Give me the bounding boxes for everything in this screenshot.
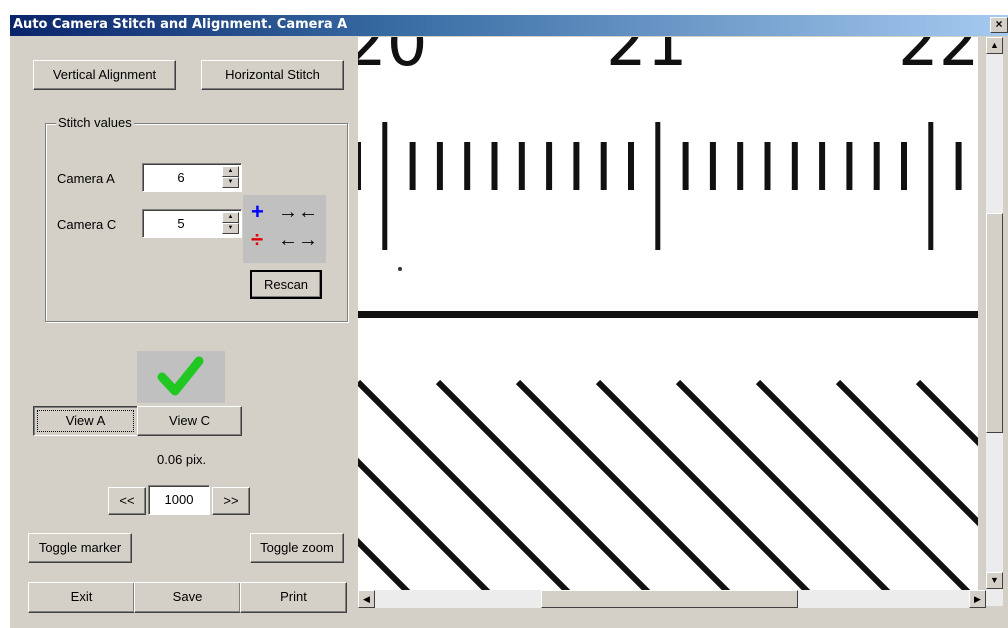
ruler-tick xyxy=(819,142,826,190)
checkmark-icon xyxy=(157,356,204,396)
ruler-tick xyxy=(791,142,798,190)
scroll-right-arrow-icon[interactable]: ▶ xyxy=(969,590,986,608)
ruler-tick xyxy=(382,122,388,250)
divide-icon: ÷ xyxy=(251,227,264,252)
ruler-tick xyxy=(546,142,553,190)
title-bar[interactable]: Auto Camera Stitch and Alignment. Camera… xyxy=(10,15,1008,36)
toggle-zoom-button[interactable]: Toggle zoom xyxy=(250,533,344,563)
ruler-tick xyxy=(955,142,962,190)
plus-icon: + xyxy=(251,199,264,224)
exit-label: Exit xyxy=(70,589,93,604)
stitch-values-label: Stitch values xyxy=(56,115,134,130)
ruler-tick xyxy=(655,122,661,250)
save-label: Save xyxy=(172,589,203,604)
ruler-tick xyxy=(358,142,361,190)
camera-c-value[interactable]: 5 xyxy=(143,216,219,231)
ruler-tick xyxy=(628,142,634,190)
scale-number-22: 22 xyxy=(898,37,978,81)
ruler-image: 20 21 22 xyxy=(358,37,978,598)
scale-number-21: 21 xyxy=(606,37,687,81)
offset-readout: 0.06 pix. xyxy=(157,452,207,467)
horizontal-scrollbar[interactable]: ◀ ▶ xyxy=(358,590,986,608)
ruler-tick xyxy=(901,142,907,190)
ruler-tick xyxy=(464,142,471,190)
camera-c-down-arrow-icon[interactable]: ▼ xyxy=(222,223,239,234)
scale-number-20: 20 xyxy=(358,37,427,81)
toggle-zoom-label: Toggle zoom xyxy=(260,540,334,555)
status-indicator xyxy=(137,351,225,403)
scroll-down-arrow-icon[interactable]: ▼ xyxy=(986,572,1003,589)
camera-a-value[interactable]: 6 xyxy=(143,170,219,185)
frame-number-field[interactable]: 1000 xyxy=(148,485,210,515)
scroll-up-arrow-icon[interactable]: ▲ xyxy=(986,37,1003,54)
image-speck xyxy=(398,267,402,271)
converge-arrows-icon: →← xyxy=(278,201,318,223)
camera-c-stepper[interactable]: 5 ▲ ▼ xyxy=(142,209,242,238)
view-c-button[interactable]: View C xyxy=(137,406,242,436)
ruler-tick xyxy=(764,142,771,190)
vertical-alignment-button[interactable]: Vertical Alignment xyxy=(33,60,176,90)
view-a-button[interactable]: View A xyxy=(33,406,138,436)
ruler-tick xyxy=(436,142,443,190)
ruler-tick xyxy=(491,142,498,190)
camera-c-up-arrow-icon[interactable]: ▲ xyxy=(222,212,239,223)
ruler-tick xyxy=(709,142,716,190)
toggle-marker-button[interactable]: Toggle marker xyxy=(28,533,132,563)
print-label: Print xyxy=(280,589,307,604)
camera-a-stepper[interactable]: 6 ▲ ▼ xyxy=(142,163,242,192)
rescan-button[interactable]: Rescan xyxy=(250,270,322,299)
window-title: Auto Camera Stitch and Alignment. Camera… xyxy=(13,17,348,32)
ruler-tick xyxy=(928,122,934,250)
vertical-scrollbar[interactable]: ▲ ▼ xyxy=(986,37,1003,606)
vertical-scroll-thumb[interactable] xyxy=(986,213,1003,433)
save-button[interactable]: Save xyxy=(134,582,241,613)
camera-c-label: Camera C xyxy=(57,217,117,232)
camera-a-up-arrow-icon[interactable]: ▲ xyxy=(222,166,239,177)
ruler-tick xyxy=(409,142,416,190)
close-button[interactable]: × xyxy=(990,17,1008,33)
ruler-line xyxy=(358,311,978,318)
ruler-tick xyxy=(737,142,744,190)
diverge-arrows-icon: ←→ xyxy=(278,229,318,251)
ruler-tick xyxy=(846,142,853,190)
camera-image-view[interactable]: 20 21 22 xyxy=(358,37,978,598)
ruler-tick xyxy=(573,142,580,190)
camera-a-down-arrow-icon[interactable]: ▼ xyxy=(222,177,239,188)
camera-a-label: Camera A xyxy=(57,171,115,186)
horizontal-scroll-thumb[interactable] xyxy=(541,590,798,608)
print-button[interactable]: Print xyxy=(240,582,347,613)
horizontal-stitch-button[interactable]: Horizontal Stitch xyxy=(201,60,344,90)
scroll-left-arrow-icon[interactable]: ◀ xyxy=(358,590,375,608)
stitch-indicator-panel: + →← ÷ ←→ xyxy=(243,195,326,263)
previous-frame-button[interactable]: << xyxy=(108,487,146,515)
toggle-marker-label: Toggle marker xyxy=(38,540,122,555)
ruler-tick xyxy=(600,142,607,190)
ruler-tick xyxy=(873,142,880,190)
exit-button[interactable]: Exit xyxy=(28,582,135,613)
next-frame-button[interactable]: >> xyxy=(212,487,250,515)
main-window: Auto Camera Stitch and Alignment. Camera… xyxy=(10,15,1008,628)
ruler-tick xyxy=(682,142,689,190)
ruler-tick xyxy=(518,142,525,190)
